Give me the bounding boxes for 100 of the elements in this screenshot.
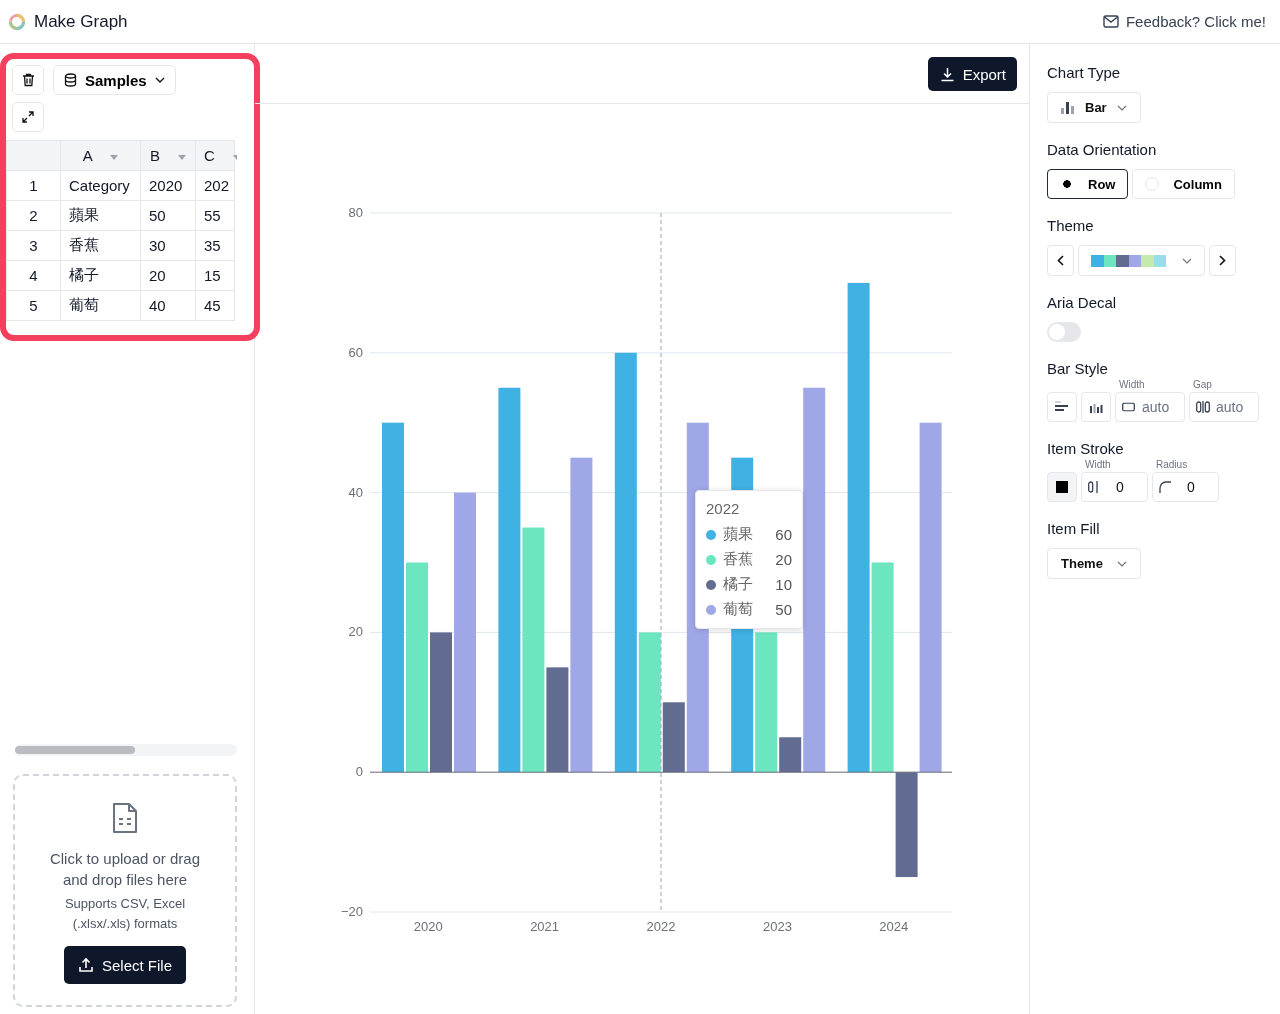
table-cell: 202 xyxy=(195,170,235,201)
theme-dropdown[interactable] xyxy=(1078,245,1205,276)
file-icon xyxy=(111,802,139,834)
logo-icon xyxy=(8,12,26,31)
sort-caret-icon xyxy=(110,154,119,160)
upload-dropzone[interactable]: Click to upload or drag and drop files here Supports CSV, Excel (.xlsx/.xls) formats Select File xyxy=(13,774,237,1007)
horizontal-scrollbar[interactable] xyxy=(15,744,237,756)
table-cell: 50 xyxy=(140,200,196,231)
column-header[interactable]: B xyxy=(140,140,196,171)
bar[interactable] xyxy=(803,387,826,773)
bar[interactable] xyxy=(662,702,685,773)
export-button[interactable]: Export xyxy=(927,57,1017,91)
sort-caret-icon xyxy=(178,154,187,160)
series-name: 橘子 xyxy=(723,575,754,594)
vertical-bars-icon xyxy=(1089,401,1103,413)
table-cell: 葡萄 xyxy=(60,290,141,321)
section-label: Data Orientation xyxy=(1047,141,1158,160)
bar-width-field[interactable]: auto xyxy=(1115,392,1185,422)
vertical-bars-button[interactable] xyxy=(1081,392,1111,422)
section-label: Theme xyxy=(1047,217,1095,236)
table-cell: 橘子 xyxy=(60,260,141,291)
row-number: 4 xyxy=(6,260,61,291)
y-axis-label: −20 xyxy=(340,904,363,919)
bar-chart-icon xyxy=(1061,101,1075,114)
table-cell: 35 xyxy=(195,230,235,261)
upload-prompt: Click to upload or drag and drop files here xyxy=(48,849,202,890)
table-cell: Category xyxy=(60,170,141,201)
series-name: 香蕉 xyxy=(723,550,754,569)
chevron-down-icon xyxy=(1182,257,1192,264)
y-axis-label: 0 xyxy=(355,764,363,780)
bar[interactable] xyxy=(570,457,593,773)
series-name: 蘋果 xyxy=(723,525,754,544)
chevron-left-icon xyxy=(1057,255,1064,266)
download-icon xyxy=(939,66,955,82)
horizontal-bars-icon xyxy=(1055,401,1069,413)
select-file-button[interactable]: Select File xyxy=(64,946,186,984)
corner-cell xyxy=(6,140,61,171)
bar[interactable] xyxy=(919,422,942,773)
y-axis-label: 20 xyxy=(348,624,363,640)
y-axis-label: 60 xyxy=(348,344,363,360)
orientation-radio[interactable]: Column xyxy=(1132,169,1235,199)
chevron-right-icon xyxy=(1219,255,1226,266)
samples-dropdown[interactable]: Samples xyxy=(53,65,176,95)
section-label: Aria Decal xyxy=(1047,294,1118,313)
y-axis-label: 80 xyxy=(348,205,363,220)
database-icon xyxy=(64,73,77,87)
bar-gap-field[interactable]: auto xyxy=(1189,392,1259,422)
bar[interactable] xyxy=(498,387,521,773)
horizontal-bars-button[interactable] xyxy=(1047,392,1077,422)
previous-theme-button[interactable] xyxy=(1047,245,1074,276)
bar[interactable] xyxy=(779,737,802,773)
row-number: 5 xyxy=(6,290,61,321)
y-axis-label: 40 xyxy=(348,484,363,500)
supported-formats: Supports CSV, Excel (.xlsx/.xls) formats xyxy=(63,895,187,933)
bar[interactable] xyxy=(847,282,870,773)
stroke-color-button[interactable] xyxy=(1047,472,1077,502)
series-value: 60 xyxy=(775,526,792,543)
bar[interactable] xyxy=(546,667,569,773)
chevron-down-icon xyxy=(1116,560,1127,567)
table-cell: 45 xyxy=(195,290,235,321)
bar[interactable] xyxy=(895,772,918,878)
delete-button[interactable] xyxy=(12,65,44,95)
series-value: 50 xyxy=(775,601,792,618)
section-label: Item Stroke xyxy=(1047,440,1125,459)
series-name: 葡萄 xyxy=(723,600,754,619)
field-label: Width xyxy=(1118,379,1146,392)
upload-icon xyxy=(78,957,94,973)
mail-icon xyxy=(1102,15,1119,28)
table-cell: 55 xyxy=(195,200,235,231)
aria-decal-toggle[interactable] xyxy=(1047,322,1081,342)
table-cell: 蘋果 xyxy=(60,200,141,231)
expand-icon xyxy=(22,111,34,123)
section-label: Item Fill xyxy=(1047,520,1101,539)
table-cell: 15 xyxy=(195,260,235,291)
bar[interactable] xyxy=(614,352,637,773)
trash-icon xyxy=(21,73,35,87)
series-value: 20 xyxy=(775,551,792,568)
feedback-link[interactable]: Feedback? Click me! xyxy=(1102,13,1266,30)
next-theme-button[interactable] xyxy=(1209,245,1236,276)
expand-button[interactable] xyxy=(12,102,44,132)
x-axis-label: 2020 xyxy=(413,919,443,934)
row-number: 2 xyxy=(6,200,61,231)
column-header[interactable]: C xyxy=(195,140,235,171)
x-axis-label: 2021 xyxy=(530,919,560,934)
chart-type-dropdown[interactable]: Bar xyxy=(1047,92,1141,123)
column-header[interactable]: A xyxy=(60,140,141,171)
bar[interactable] xyxy=(638,632,661,773)
field-label: Gap xyxy=(1192,379,1213,392)
chevron-down-icon xyxy=(1116,104,1127,111)
tooltip-title: 2022 xyxy=(706,500,741,517)
chevron-down-icon xyxy=(154,77,165,83)
table-cell: 30 xyxy=(140,230,196,261)
stroke-radius-field[interactable]: 0 xyxy=(1152,472,1219,502)
stroke-width-field[interactable]: 0 xyxy=(1081,472,1148,502)
table-cell: 20 xyxy=(140,260,196,291)
item-fill-dropdown[interactable]: Theme xyxy=(1047,548,1141,579)
section-label: Bar Style xyxy=(1047,360,1109,379)
table-cell: 2020 xyxy=(140,170,196,201)
table-cell: 香蕉 xyxy=(60,230,141,261)
orientation-radio[interactable]: Row xyxy=(1047,169,1129,199)
